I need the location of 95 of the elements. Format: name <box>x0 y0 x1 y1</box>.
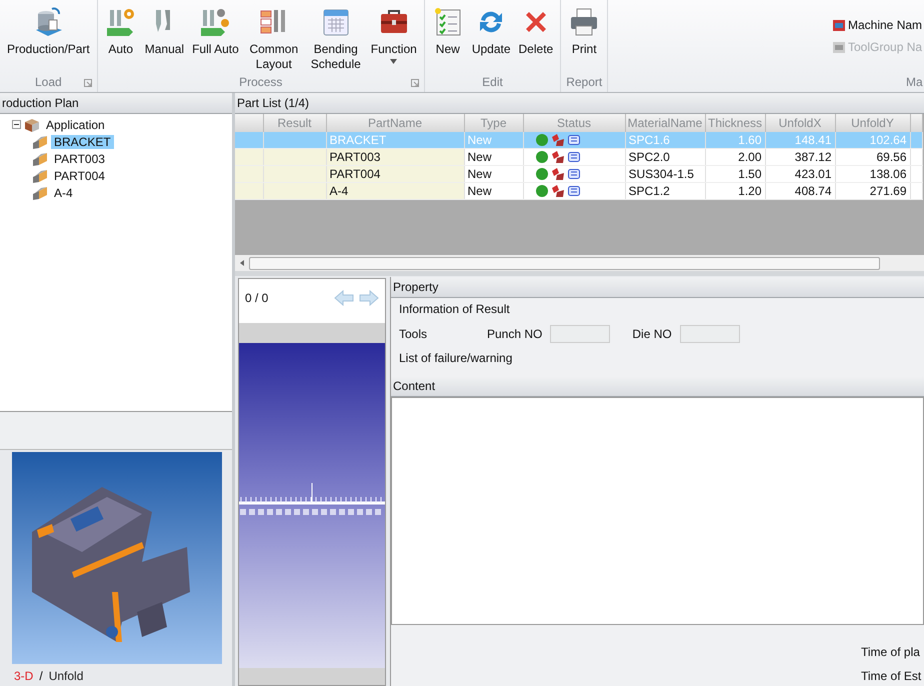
table-cell: SPC1.6 <box>625 132 705 148</box>
ribbon-button[interactable]: Delete <box>514 6 558 57</box>
ribbon-button[interactable]: Bending Schedule <box>304 6 367 72</box>
table-cell: 408.74 <box>765 182 835 200</box>
bend-icon <box>550 184 564 198</box>
table-cell: PART004 <box>326 166 464 182</box>
table-cell: New <box>464 166 523 182</box>
input-field[interactable] <box>550 325 610 343</box>
part-icon <box>32 184 48 200</box>
table-cell: SPC2.0 <box>625 148 705 166</box>
ribbon-button[interactable]: Function <box>366 6 421 64</box>
panel-title: roduction Plan <box>0 93 232 114</box>
arrow-right-icon[interactable] <box>359 290 379 306</box>
tree-item[interactable]: PART003 <box>51 152 108 166</box>
table-cell: 148.41 <box>765 132 835 148</box>
input-field[interactable] <box>680 325 740 343</box>
ribbon-button[interactable]: Auto <box>100 6 141 57</box>
time-label: Time of Est <box>861 669 922 683</box>
ribbon-button[interactable]: Manual <box>140 6 188 57</box>
group-label: Edit <box>482 75 503 89</box>
table-cell: 1.60 <box>705 132 765 148</box>
table-cell: 138.06 <box>835 166 910 182</box>
part-icon <box>32 168 48 184</box>
field-label: Punch NO <box>487 327 542 341</box>
ribbon-button[interactable]: Common Layout <box>242 6 305 72</box>
table-cell: SPC1.2 <box>625 182 705 200</box>
ribbon-button[interactable]: Full Auto <box>188 6 243 57</box>
table-cell: New <box>464 132 523 148</box>
machine-icon <box>832 18 846 32</box>
collapse-icon[interactable] <box>12 120 21 129</box>
table-row[interactable]: PART003 New SPC2.0 2.00 387.12 69.56 <box>235 148 922 166</box>
table-cell: 69.56 <box>835 148 910 166</box>
group-label: Ma <box>906 74 924 91</box>
tree-item[interactable]: A-4 <box>51 186 76 200</box>
table-cell: 271.69 <box>835 182 910 200</box>
sheet-icon <box>566 167 580 181</box>
view-tab[interactable]: Unfold <box>48 669 84 683</box>
press-gears-icon <box>199 6 232 38</box>
bend-icon <box>550 167 564 181</box>
view-tab[interactable]: 3-D <box>14 669 34 683</box>
press-gear-icon <box>104 6 137 38</box>
machine-item[interactable]: Machine Nam <box>832 18 924 32</box>
group-label: Report <box>566 75 602 89</box>
box-icon <box>24 116 40 132</box>
panel-title: Property <box>391 277 924 298</box>
ribbon-button[interactable]: New <box>428 6 468 57</box>
ribbon-button[interactable]: Print <box>564 6 604 57</box>
table-cell: SUS304-1.5 <box>625 166 705 182</box>
status-dot-icon <box>534 133 548 147</box>
ribbon-button[interactable]: Update <box>468 6 515 57</box>
status-dot-icon <box>534 167 548 181</box>
table-cell: BRACKET <box>326 132 464 148</box>
arrow-left-icon[interactable] <box>334 290 354 306</box>
group-label: Load <box>35 75 62 89</box>
table-cell: New <box>464 182 523 200</box>
scroll-left-icon[interactable] <box>239 260 245 266</box>
panel-title: Content <box>391 376 924 397</box>
status-dot-icon <box>534 150 548 164</box>
sheet-icon <box>566 133 580 147</box>
bend-icon <box>550 150 564 164</box>
ribbon-button[interactable]: Production/Part <box>3 6 94 57</box>
table-cell: 102.64 <box>835 132 910 148</box>
table-cell: 2.00 <box>705 148 765 166</box>
part-icon <box>32 150 48 166</box>
caret-icon <box>390 59 398 64</box>
table-cell: PART003 <box>326 148 464 166</box>
page-counter: 0 / 0 <box>245 291 268 305</box>
table-row[interactable]: A-4 New SPC1.2 1.20 408.74 271.69 <box>235 182 922 200</box>
part-icon <box>32 134 48 150</box>
time-label: Time of pla <box>861 645 921 659</box>
panel-title: Part List (1/4) <box>235 93 924 114</box>
bend-icon <box>550 133 564 147</box>
table-cell: 423.01 <box>765 166 835 182</box>
dialog-launcher-icon[interactable] <box>410 79 419 87</box>
group-title: Information of Result <box>399 302 511 316</box>
table-cell: 1.50 <box>705 166 765 182</box>
sheet-icon <box>566 150 580 164</box>
status-dot-icon <box>534 184 548 198</box>
tool-icon <box>832 40 846 54</box>
tree-item[interactable]: Application <box>43 118 108 132</box>
table-row[interactable]: PART004 New SUS304-1.5 1.50 423.01 138.06 <box>235 166 922 182</box>
table-cell: A-4 <box>326 182 464 200</box>
tree-item[interactable]: BRACKET <box>51 134 114 148</box>
tree-item[interactable]: PART004 <box>51 168 108 182</box>
group-label: Process <box>239 75 282 89</box>
table-cell: New <box>464 148 523 166</box>
scrollbar-thumb[interactable] <box>249 256 880 270</box>
field-label: Tools <box>399 327 428 341</box>
tab-separator: / <box>39 669 43 683</box>
sheet-icon <box>566 184 580 198</box>
dialog-launcher-icon[interactable] <box>84 79 92 87</box>
table-cell: 387.12 <box>765 148 835 166</box>
field-label: Die NO <box>632 327 672 341</box>
table-cell: 1.20 <box>705 182 765 200</box>
field-label: List of failure/warning <box>399 351 512 365</box>
